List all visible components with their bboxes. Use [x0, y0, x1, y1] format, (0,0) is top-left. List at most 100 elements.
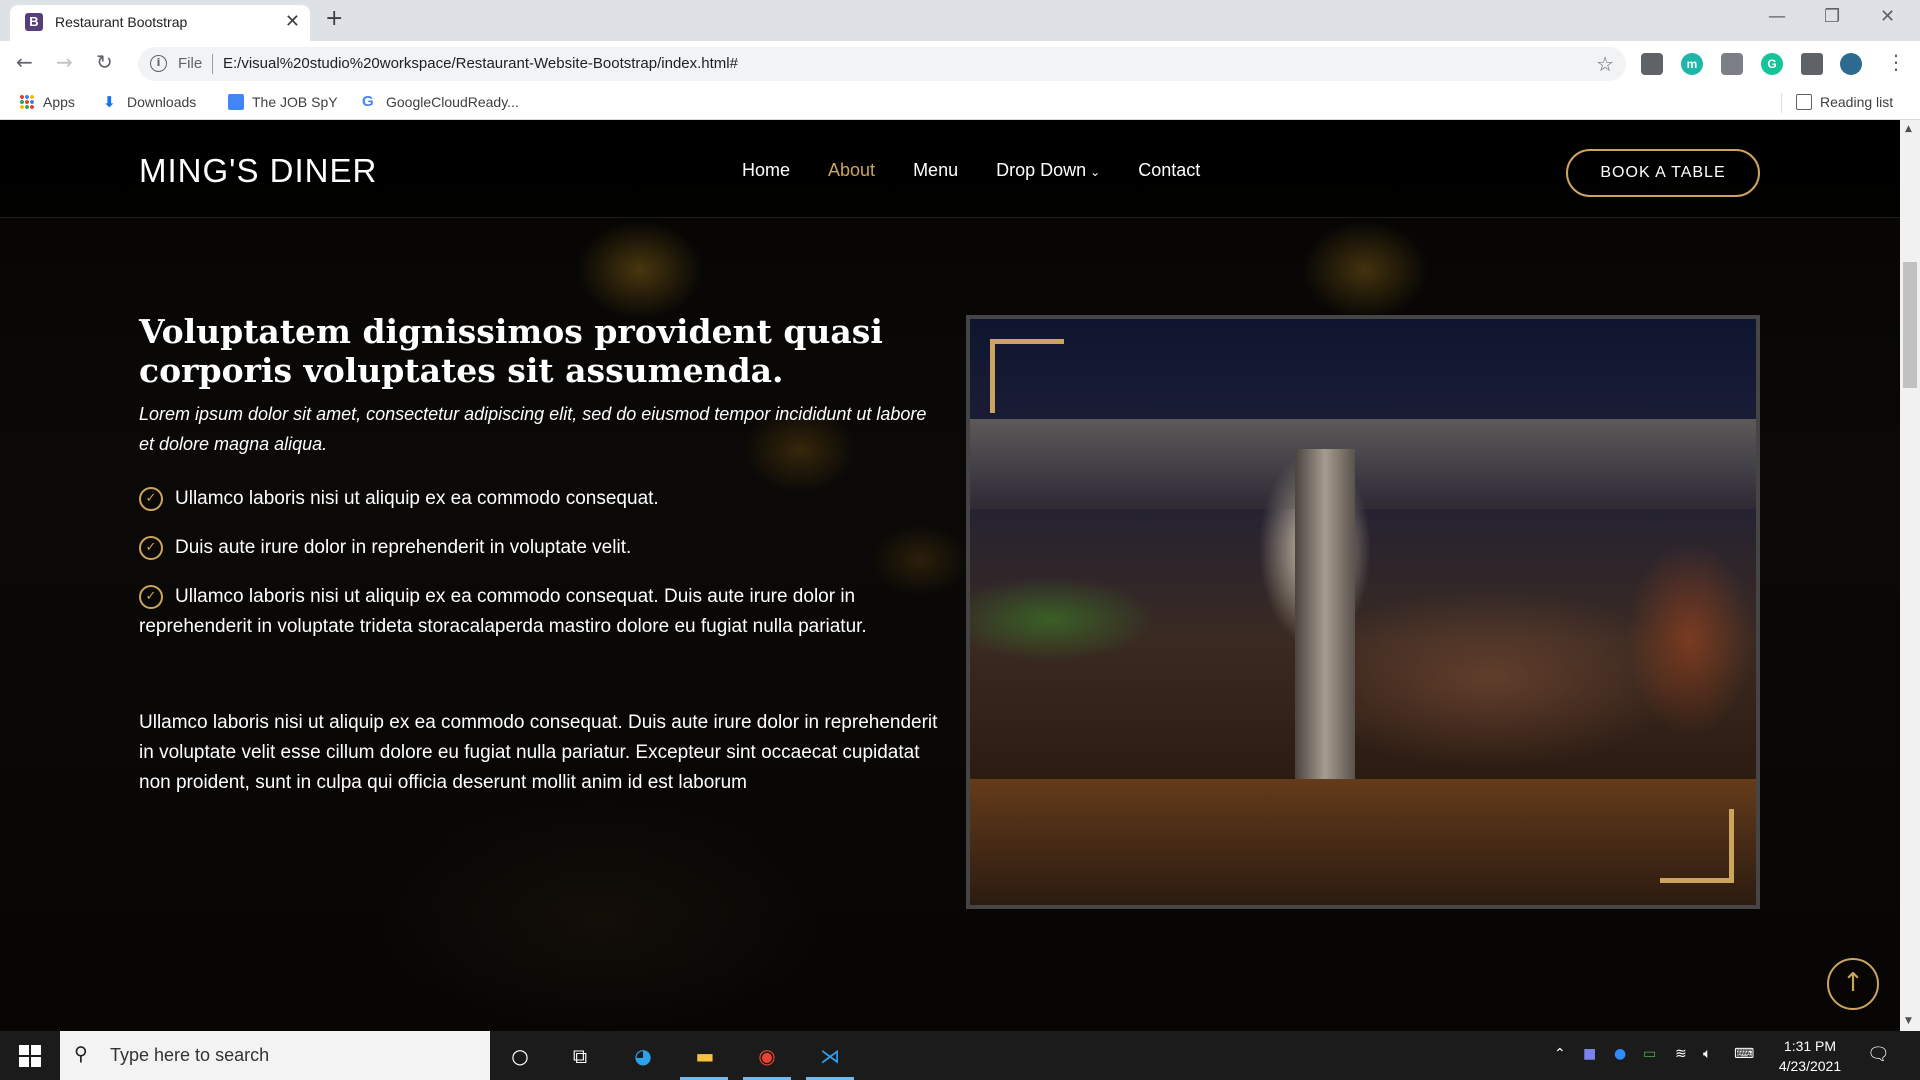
volume-icon[interactable]: 🔈︎: [1703, 1046, 1711, 1062]
chevron-down-icon: ⌄: [1090, 165, 1101, 179]
reload-icon[interactable]: ↻: [96, 50, 113, 74]
camera-extension-icon[interactable]: [1721, 53, 1743, 75]
close-tab-icon[interactable]: ✕: [285, 11, 300, 32]
taskbar-clock[interactable]: 1:31 PM 4/23/2021: [1770, 1036, 1850, 1076]
windows-logo-icon: [19, 1045, 29, 1055]
image-corner-bottom-right: [1660, 809, 1734, 883]
windows-start-button[interactable]: [19, 1045, 41, 1067]
list-item: ✓ Ullamco laboris nisi ut aliquip ex ea c…: [139, 484, 939, 514]
nav-drop-down-label: Drop Down: [996, 160, 1087, 180]
m-extension-icon[interactable]: m: [1681, 53, 1703, 75]
search-icon: ⚲: [74, 1043, 88, 1065]
bookmark-label: Apps: [43, 94, 75, 110]
browser-tab[interactable]: B Restaurant Bootstrap ✕: [10, 5, 310, 41]
zoom-icon[interactable]: ●: [1614, 1046, 1626, 1062]
new-tab-button[interactable]: +: [325, 6, 343, 31]
url-text[interactable]: E:/visual%20studio%20workspace/Restauran…: [223, 55, 738, 72]
about-checklist: ✓ Ullamco laboris nisi ut aliquip ex ea c…: [139, 484, 939, 661]
scroll-down-icon[interactable]: ▼: [1905, 1016, 1912, 1026]
nav-home[interactable]: Home: [742, 160, 790, 181]
minimize-window-icon[interactable]: —: [1768, 6, 1786, 27]
list-item-text: Ullamco laboris nisi ut aliquip ex ea co…: [139, 586, 867, 637]
file-explorer-icon[interactable]: ▬: [690, 1041, 720, 1071]
restaurant-interior-image: [966, 315, 1760, 909]
image-corner-top-left: [990, 339, 1064, 413]
keyboard-icon[interactable]: ⌨: [1734, 1046, 1754, 1062]
back-arrow-icon[interactable]: ←: [16, 50, 33, 74]
notifications-icon[interactable]: 🗨︎: [1867, 1044, 1890, 1065]
info-icon[interactable]: i: [150, 55, 167, 72]
site-header: MING'S DINER Home About Menu Drop Down ⌄ …: [0, 120, 1900, 218]
about-lead: Lorem ipsum dolor sit amet, consectetur …: [139, 404, 927, 454]
vscode-icon[interactable]: ⋊: [815, 1041, 845, 1071]
download-icon: ⬇: [103, 93, 116, 111]
taskbar-search-placeholder: Type here to search: [110, 1045, 270, 1065]
image-ceiling-detail: [970, 419, 1756, 509]
bookmark-apps[interactable]: Apps: [19, 94, 75, 110]
doc-icon: [228, 94, 244, 110]
nav-contact[interactable]: Contact: [1138, 160, 1200, 181]
address-bar[interactable]: i File E:/visual%20studio%20workspace/Re…: [138, 47, 1626, 81]
windows-logo-pane: [31, 1045, 41, 1055]
menu-kebab-icon[interactable]: ⋮: [1886, 50, 1906, 74]
browser-toolbar: ← → ↻ i File E:/visual%20studio%20worksp…: [0, 41, 1920, 87]
scroll-up-icon[interactable]: ▲: [1905, 124, 1912, 134]
windows-taskbar: ⚲ Type here to search ○ ⧉ ◕ ▬ ◉ ⋊ ⌃ ■ ● …: [0, 1031, 1920, 1080]
edge-icon[interactable]: ◕: [628, 1041, 658, 1071]
list-item: ✓ Duis aute irure dolor in reprehenderit …: [139, 533, 939, 563]
shield-extension-icon[interactable]: [1641, 53, 1663, 75]
task-view-icon[interactable]: ⧉: [565, 1041, 595, 1071]
clock-date: 4/23/2021: [1778, 1058, 1842, 1074]
google-icon: G: [362, 93, 374, 110]
list-item-text: Ullamco laboris nisi ut aliquip ex ea co…: [175, 488, 659, 509]
list-item-text: Duis aute irure dolor in reprehenderit i…: [175, 537, 632, 558]
about-paragraph: Ullamco laboris nisi ut aliquip ex ea co…: [139, 712, 938, 793]
back-to-top-button[interactable]: ↑: [1827, 958, 1879, 1010]
bookmark-downloads[interactable]: ⬇ Downloads: [103, 94, 196, 110]
restore-window-icon[interactable]: ❐: [1824, 6, 1840, 27]
bootstrap-favicon-icon: B: [25, 13, 43, 31]
wifi-icon[interactable]: ≋: [1675, 1046, 1687, 1062]
reading-list-label: Reading list: [1820, 94, 1894, 110]
grammarly-extension-icon[interactable]: G: [1761, 53, 1783, 75]
cortana-icon[interactable]: ○: [505, 1041, 535, 1071]
close-window-icon[interactable]: ✕: [1880, 6, 1895, 27]
page-scrollbar[interactable]: ▲ ▼: [1900, 120, 1920, 1031]
extensions-puzzle-icon[interactable]: [1801, 53, 1823, 75]
browser-tab-bar: B Restaurant Bootstrap ✕ + — ❐ ✕: [0, 0, 1920, 41]
nav-drop-down[interactable]: Drop Down ⌄: [996, 160, 1100, 181]
taskbar-search-box[interactable]: ⚲ Type here to search: [60, 1031, 490, 1080]
clock-time: 1:31 PM: [1783, 1038, 1837, 1054]
profile-avatar[interactable]: [1840, 53, 1862, 75]
scrollbar-thumb[interactable]: [1903, 262, 1917, 388]
apps-grid-icon: [19, 94, 35, 110]
site-logo[interactable]: MING'S DINER: [139, 152, 377, 190]
windows-logo-pane: [31, 1057, 41, 1067]
nav-about[interactable]: About: [828, 160, 875, 181]
battery-icon[interactable]: ▭: [1643, 1046, 1656, 1062]
forward-arrow-icon[interactable]: →: [56, 50, 73, 74]
url-divider: [212, 54, 213, 74]
teams-icon[interactable]: ■: [1583, 1046, 1596, 1062]
image-tables-detail: [970, 779, 1756, 905]
page-viewport: MING'S DINER Home About Menu Drop Down ⌄ …: [0, 120, 1900, 1031]
file-label: File: [178, 55, 203, 72]
check-circle-icon: ✓: [139, 487, 163, 511]
reading-list-button[interactable]: Reading list: [1796, 94, 1893, 110]
bookmark-label: GoogleCloudReady...: [386, 94, 519, 110]
nav-menu[interactable]: Menu: [913, 160, 958, 181]
image-pillar-detail: [1295, 449, 1355, 779]
reading-list-divider: [1781, 93, 1782, 113]
bookmark-label: The JOB SpY: [252, 94, 338, 110]
bookmarks-bar: Apps ⬇ Downloads The JOB SpY G GoogleClo…: [0, 87, 1920, 120]
chrome-icon[interactable]: ◉: [752, 1041, 782, 1071]
bookmark-label: Downloads: [127, 94, 197, 110]
windows-logo-pane: [19, 1057, 29, 1067]
bookmark-job-spy[interactable]: The JOB SpY: [228, 94, 338, 110]
bookmark-googlecloudready[interactable]: G GoogleCloudReady...: [362, 93, 519, 111]
reading-list-icon: [1796, 94, 1812, 110]
book-a-table-button[interactable]: BOOK A TABLE: [1566, 149, 1760, 197]
arrow-up-icon: ↑: [1842, 968, 1864, 998]
bookmark-star-icon[interactable]: ☆: [1596, 52, 1614, 76]
chevron-up-icon[interactable]: ⌃: [1554, 1046, 1566, 1062]
